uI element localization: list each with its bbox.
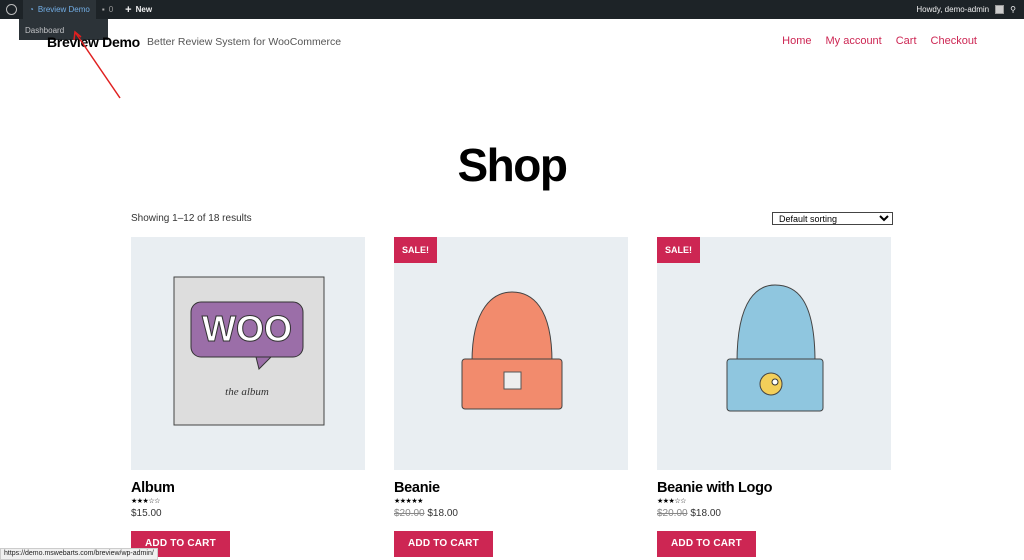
browser-status-bar: https://demo.mswebarts.com/breview/wp-ad… bbox=[0, 548, 158, 560]
product-card: SALE! Beanie ★★★★★ $20.00 $18.00 ADD TO … bbox=[394, 237, 628, 557]
svg-text:WOO: WOO bbox=[202, 308, 292, 349]
star-rating: ★★★☆☆ bbox=[657, 498, 686, 505]
svg-text:the album: the album bbox=[225, 386, 269, 398]
annotation-arrow bbox=[73, 30, 121, 99]
avatar[interactable] bbox=[995, 5, 1005, 14]
product-card: SALE! Beanie with Logo ★★★☆☆ $20.00 $18.… bbox=[657, 237, 891, 557]
product-price: $20.00 $18.00 bbox=[657, 508, 721, 519]
add-to-cart-button[interactable]: ADD TO CART bbox=[657, 531, 756, 557]
nav-my-account[interactable]: My account bbox=[825, 35, 881, 47]
howdy-account[interactable]: Howdy, demo-admin bbox=[916, 5, 989, 14]
product-card: WOO the album Album ★★★☆☆ $15.00 ADD TO C… bbox=[131, 237, 365, 557]
primary-nav: Home My account Cart Checkout bbox=[782, 35, 977, 47]
sale-badge: SALE! bbox=[394, 237, 437, 263]
sale-badge: SALE! bbox=[657, 237, 700, 263]
beanie-illustration bbox=[461, 291, 563, 410]
nav-cart[interactable]: Cart bbox=[896, 35, 917, 47]
product-image-beanie[interactable]: SALE! bbox=[394, 237, 628, 470]
beanie-logo-illustration bbox=[726, 284, 824, 412]
add-to-cart-button[interactable]: ADD TO CART bbox=[394, 531, 493, 557]
product-title[interactable]: Album bbox=[131, 480, 365, 496]
product-title[interactable]: Beanie bbox=[394, 480, 628, 496]
product-price: $15.00 bbox=[131, 508, 162, 519]
star-rating: ★★★☆☆ bbox=[131, 498, 160, 505]
product-image-album[interactable]: WOO the album bbox=[131, 237, 365, 470]
nav-checkout[interactable]: Checkout bbox=[931, 35, 977, 47]
nav-home[interactable]: Home bbox=[782, 35, 811, 47]
star-rating: ★★★★★ bbox=[394, 498, 423, 505]
album-illustration: WOO the album bbox=[173, 276, 325, 426]
page-title: Shop bbox=[457, 139, 568, 191]
product-title[interactable]: Beanie with Logo bbox=[657, 480, 891, 496]
product-image-beanie-with-logo[interactable]: SALE! bbox=[657, 237, 891, 470]
search-icon[interactable]: ⚲ bbox=[1010, 5, 1016, 14]
sorting-select[interactable]: Default sorting bbox=[772, 212, 893, 225]
product-price: $20.00 $18.00 bbox=[394, 508, 458, 519]
result-count: Showing 1–12 of 18 results bbox=[131, 213, 252, 224]
